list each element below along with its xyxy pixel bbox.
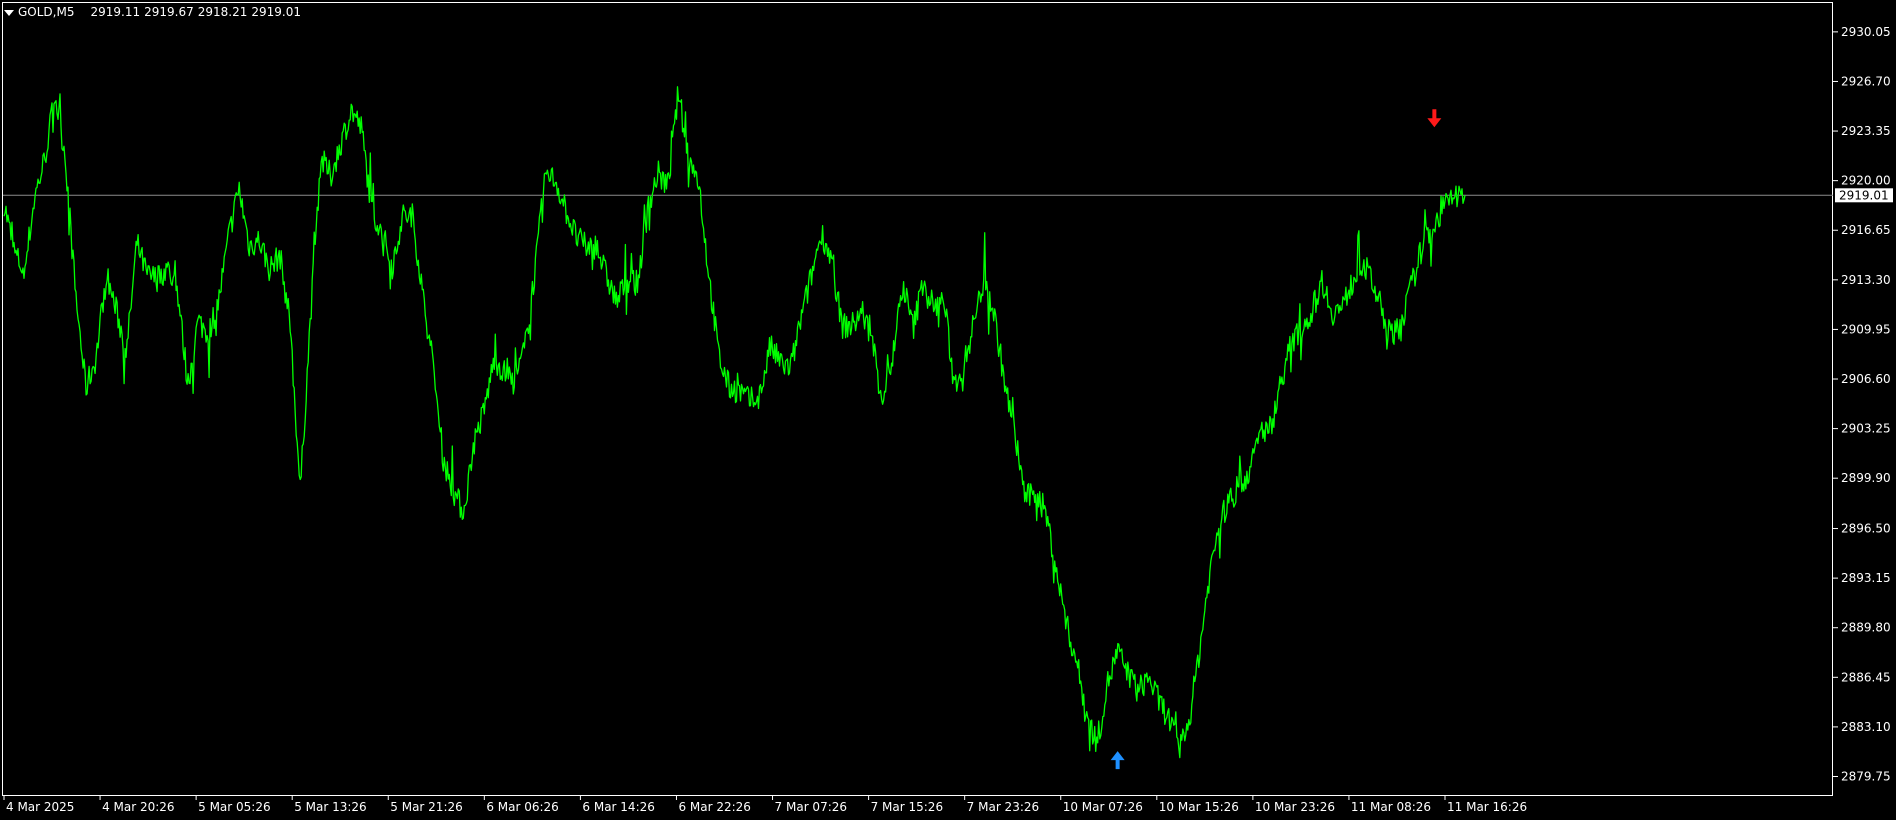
plot-frame [2,2,1833,796]
y-tick-label: 2893.15 [1841,571,1891,585]
x-tick-label: 5 Mar 05:26 [198,800,271,814]
y-tick-label: 2916.65 [1841,223,1891,237]
x-tick-label: 7 Mar 15:26 [871,800,944,814]
y-tick-label: 2930.05 [1841,25,1891,39]
y-tick-label: 2896.50 [1841,522,1891,536]
price-chart[interactable]: 2930.05 2926.70 2923.35 2920.00 2916.65 2913.… [0,0,1896,820]
x-tick-label: 7 Mar 23:26 [967,800,1040,814]
y-tick-label: 2886.45 [1841,670,1891,684]
y-tick-label: 2909.95 [1841,322,1891,336]
y-tick-label: 2883.10 [1841,720,1891,734]
y-tick-label: 2899.90 [1841,471,1891,485]
symbol-header[interactable]: GOLD,M5 2919.11 2919.67 2918.21 2919.01 [4,5,301,19]
x-tick-label: 4 Mar 2025 [6,800,74,814]
x-tick-label: 10 Mar 23:26 [1255,800,1335,814]
y-tick-label: 2920.00 [1841,174,1891,188]
price-series-line [3,86,1466,759]
x-tick-label: 7 Mar 07:26 [775,800,848,814]
chart-window[interactable]: 2930.05 2926.70 2923.35 2920.00 2916.65 2913.… [0,0,1896,820]
ohlc-low: 2918.21 [197,5,248,19]
arrow-up-icon [1110,751,1125,770]
x-tick-label: 5 Mar 13:26 [294,800,367,814]
x-tick-label: 6 Mar 22:26 [678,800,751,814]
x-tick-label: 11 Mar 08:26 [1351,800,1431,814]
x-tick-label: 6 Mar 06:26 [486,800,559,814]
triangle-down-icon[interactable] [4,9,14,16]
symbol-name: GOLD,M5 [18,5,75,19]
x-tick-label: 5 Mar 21:26 [390,800,463,814]
y-tick-label: 2889.80 [1841,621,1891,635]
arrow-down-icon [1427,109,1442,128]
y-tick-label: 2879.75 [1841,769,1891,783]
current-price-label: 2919.01 [1839,188,1889,202]
x-tick-label: 10 Mar 15:26 [1159,800,1239,814]
y-tick-label: 2913.30 [1841,273,1891,287]
x-tick-label: 6 Mar 14:26 [582,800,655,814]
y-tick-label: 2903.25 [1841,422,1891,436]
ohlc-open: 2919.11 [90,5,141,19]
ohlc-close: 2919.01 [251,5,301,19]
x-tick-label: 4 Mar 20:26 [102,800,175,814]
y-tick-label: 2906.60 [1841,372,1891,386]
x-tick-label: 10 Mar 07:26 [1063,800,1143,814]
y-tick-label: 2923.35 [1841,124,1891,138]
ohlc-high: 2919.67 [144,5,194,19]
x-tick-label: 11 Mar 16:26 [1447,800,1527,814]
y-tick-label: 2926.70 [1841,74,1891,88]
